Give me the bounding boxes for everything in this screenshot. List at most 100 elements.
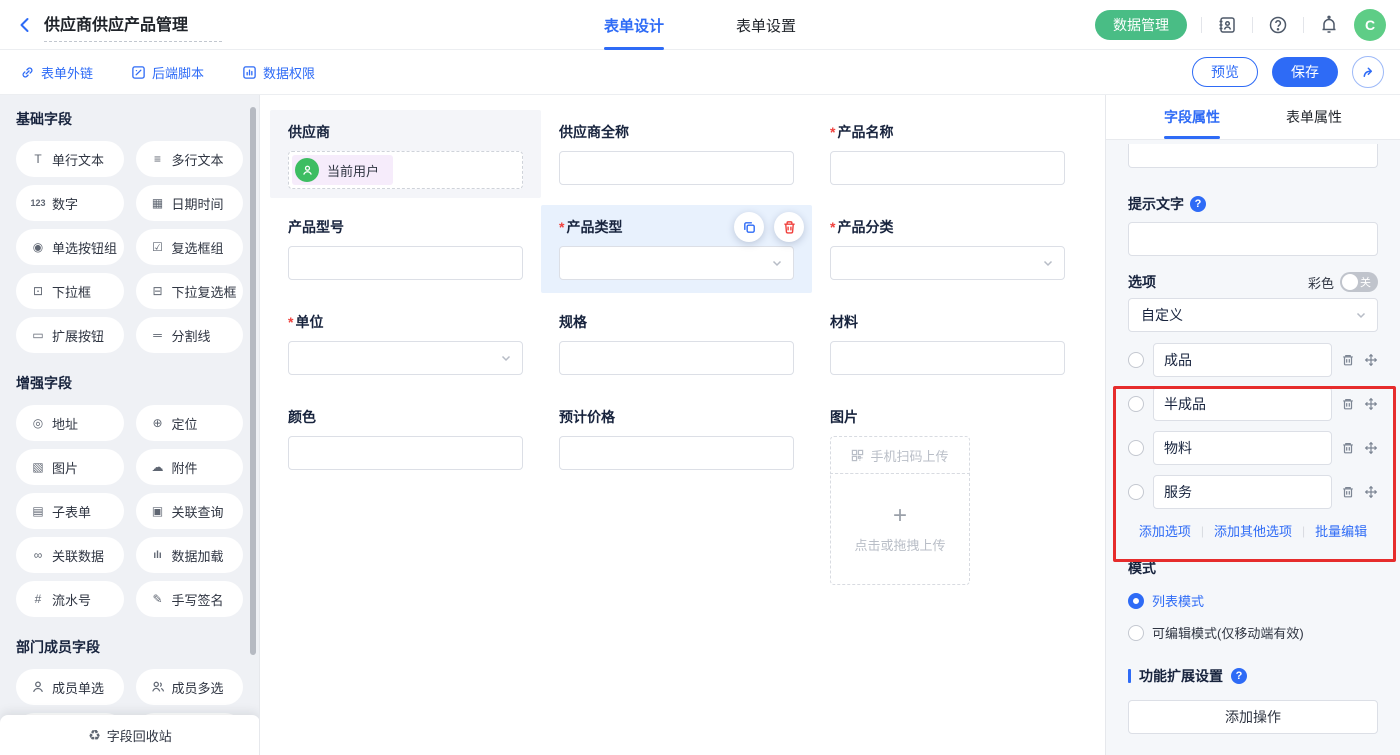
option-delete-icon[interactable]	[1341, 485, 1355, 499]
option-drag-icon[interactable]	[1364, 397, 1378, 411]
batch-edit-link[interactable]: 批量编辑	[1315, 521, 1367, 540]
field-item-dropdown[interactable]: ⊡下拉框	[16, 273, 124, 309]
form-external-link-button[interactable]: 表单外链	[20, 63, 93, 82]
option-radio[interactable]	[1128, 440, 1144, 456]
option-text-input[interactable]	[1153, 343, 1332, 377]
option-radio[interactable]	[1128, 484, 1144, 500]
field-cell-material[interactable]: 材料	[812, 300, 1083, 388]
field-item-location[interactable]: ⊕定位	[136, 405, 244, 441]
tab-field-properties[interactable]: 字段属性	[1164, 95, 1220, 139]
field-cell-supplier[interactable]: 供应商 当前用户	[270, 110, 541, 198]
add-option-link[interactable]: 添加选项	[1139, 521, 1191, 540]
extension-help-icon[interactable]: ?	[1231, 668, 1247, 684]
tab-form-settings[interactable]: 表单设置	[736, 0, 796, 50]
add-other-option-link[interactable]: 添加其他选项	[1214, 521, 1292, 540]
select-input[interactable]	[288, 341, 523, 375]
field-cell-product-name[interactable]: *产品名称	[812, 110, 1083, 198]
field-item-member-multi[interactable]: 成员多选	[136, 669, 244, 705]
field-item-divider[interactable]: ═分割线	[136, 317, 244, 353]
field-cell-supplier-fullname[interactable]: 供应商全称	[541, 110, 812, 198]
field-item-single-line-text[interactable]: T单行文本	[16, 141, 124, 177]
notification-bell-icon[interactable]	[1318, 14, 1340, 36]
text-input[interactable]	[559, 436, 794, 470]
option-radio[interactable]	[1128, 352, 1144, 368]
supplier-user-field[interactable]: 当前用户	[288, 151, 523, 189]
field-cell-estimated-price[interactable]: 预计价格	[541, 395, 812, 597]
field-cell-product-model[interactable]: 产品型号	[270, 205, 541, 293]
option-delete-icon[interactable]	[1341, 397, 1355, 411]
field-item-radio-group[interactable]: ◉单选按钮组	[16, 229, 124, 265]
field-library-sidebar: 基础字段 T单行文本 ≡多行文本 123数字 ▦日期时间 ◉单选按钮组 ☑复选框…	[0, 95, 260, 755]
help-icon[interactable]	[1267, 14, 1289, 36]
option-drag-icon[interactable]	[1364, 441, 1378, 455]
field-item-member-single[interactable]: 成员单选	[16, 669, 124, 705]
duplicate-field-button[interactable]	[734, 212, 764, 242]
color-toggle-label: 彩色	[1308, 273, 1334, 292]
field-item-relation-query[interactable]: ▣关联查询	[136, 493, 244, 529]
form-title[interactable]: 供应商供应产品管理	[44, 9, 222, 42]
field-cell-unit[interactable]: *单位	[270, 300, 541, 388]
data-manage-button[interactable]: 数据管理	[1095, 10, 1187, 40]
field-item-datetime[interactable]: ▦日期时间	[136, 185, 244, 221]
text-input[interactable]	[830, 151, 1065, 185]
field-item-image[interactable]: ▧图片	[16, 449, 124, 485]
divider	[1201, 17, 1202, 33]
field-item-signature[interactable]: ✎手写签名	[136, 581, 244, 617]
hint-text-input[interactable]	[1128, 222, 1378, 256]
field-item-multi-line-text[interactable]: ≡多行文本	[136, 141, 244, 177]
mode-option-editable[interactable]: 可编辑模式(仅移动端有效)	[1128, 623, 1378, 642]
save-button[interactable]: 保存	[1272, 57, 1338, 87]
tab-form-properties[interactable]: 表单属性	[1286, 95, 1342, 139]
share-button[interactable]	[1352, 56, 1384, 88]
contact-book-icon[interactable]	[1216, 14, 1238, 36]
field-recycle-bin[interactable]: ♻ 字段回收站	[0, 715, 260, 755]
preview-button[interactable]: 预览	[1192, 57, 1258, 87]
delete-field-button[interactable]	[774, 212, 804, 242]
option-drag-icon[interactable]	[1364, 353, 1378, 367]
option-drag-icon[interactable]	[1364, 485, 1378, 499]
field-cell-product-type[interactable]: *产品类型	[541, 205, 812, 293]
option-text-input[interactable]	[1153, 387, 1332, 421]
field-item-subform[interactable]: ▤子表单	[16, 493, 124, 529]
field-cell-image-upload[interactable]: 图片 手机扫码上传 + 点击或拖拽上传	[812, 395, 1083, 597]
field-item-serial-number[interactable]: #流水号	[16, 581, 124, 617]
select-input[interactable]	[559, 246, 794, 280]
drop-upload-area[interactable]: + 点击或拖拽上传	[830, 473, 970, 585]
clipped-input[interactable]	[1128, 144, 1378, 168]
option-radio[interactable]	[1128, 396, 1144, 412]
text-input[interactable]	[559, 341, 794, 375]
user-avatar[interactable]: C	[1354, 9, 1386, 41]
option-text-input[interactable]	[1153, 431, 1332, 465]
option-delete-icon[interactable]	[1341, 441, 1355, 455]
option-text-input[interactable]	[1153, 475, 1332, 509]
text-input[interactable]	[288, 436, 523, 470]
data-permission-button[interactable]: 数据权限	[242, 63, 315, 82]
select-input[interactable]	[830, 246, 1065, 280]
color-toggle-switch[interactable]: 关	[1340, 272, 1378, 292]
field-item-number[interactable]: 123数字	[16, 185, 124, 221]
field-item-attachment[interactable]: ☁附件	[136, 449, 244, 485]
sidebar-scrollbar[interactable]	[250, 107, 256, 655]
field-cell-product-category[interactable]: *产品分类	[812, 205, 1083, 293]
mode-option-list[interactable]: 列表模式	[1128, 591, 1378, 610]
secondary-toolbar: 表单外链 后端脚本 数据权限 预览 保存	[0, 50, 1400, 95]
back-icon[interactable]	[16, 16, 34, 34]
text-input[interactable]	[830, 341, 1065, 375]
tab-form-design[interactable]: 表单设计	[604, 0, 664, 50]
field-item-relation-data[interactable]: ∞关联数据	[16, 537, 124, 573]
field-cell-color[interactable]: 颜色	[270, 395, 541, 597]
field-item-data-load[interactable]: ılı数据加载	[136, 537, 244, 573]
add-action-button[interactable]: 添加操作	[1128, 700, 1378, 734]
field-item-dropdown-multiselect[interactable]: ⊟下拉复选框	[136, 273, 244, 309]
field-item-checkbox-group[interactable]: ☑复选框组	[136, 229, 244, 265]
text-input[interactable]	[559, 151, 794, 185]
backend-script-button[interactable]: 后端脚本	[131, 63, 204, 82]
options-source-select[interactable]: 自定义	[1128, 298, 1378, 332]
text-input[interactable]	[288, 246, 523, 280]
field-item-extension-button[interactable]: ▭扩展按钮	[16, 317, 124, 353]
scan-upload-button[interactable]: 手机扫码上传	[830, 436, 970, 474]
field-cell-spec[interactable]: 规格	[541, 300, 812, 388]
hint-help-icon[interactable]: ?	[1190, 196, 1206, 212]
field-item-address[interactable]: ◎地址	[16, 405, 124, 441]
option-delete-icon[interactable]	[1341, 353, 1355, 367]
